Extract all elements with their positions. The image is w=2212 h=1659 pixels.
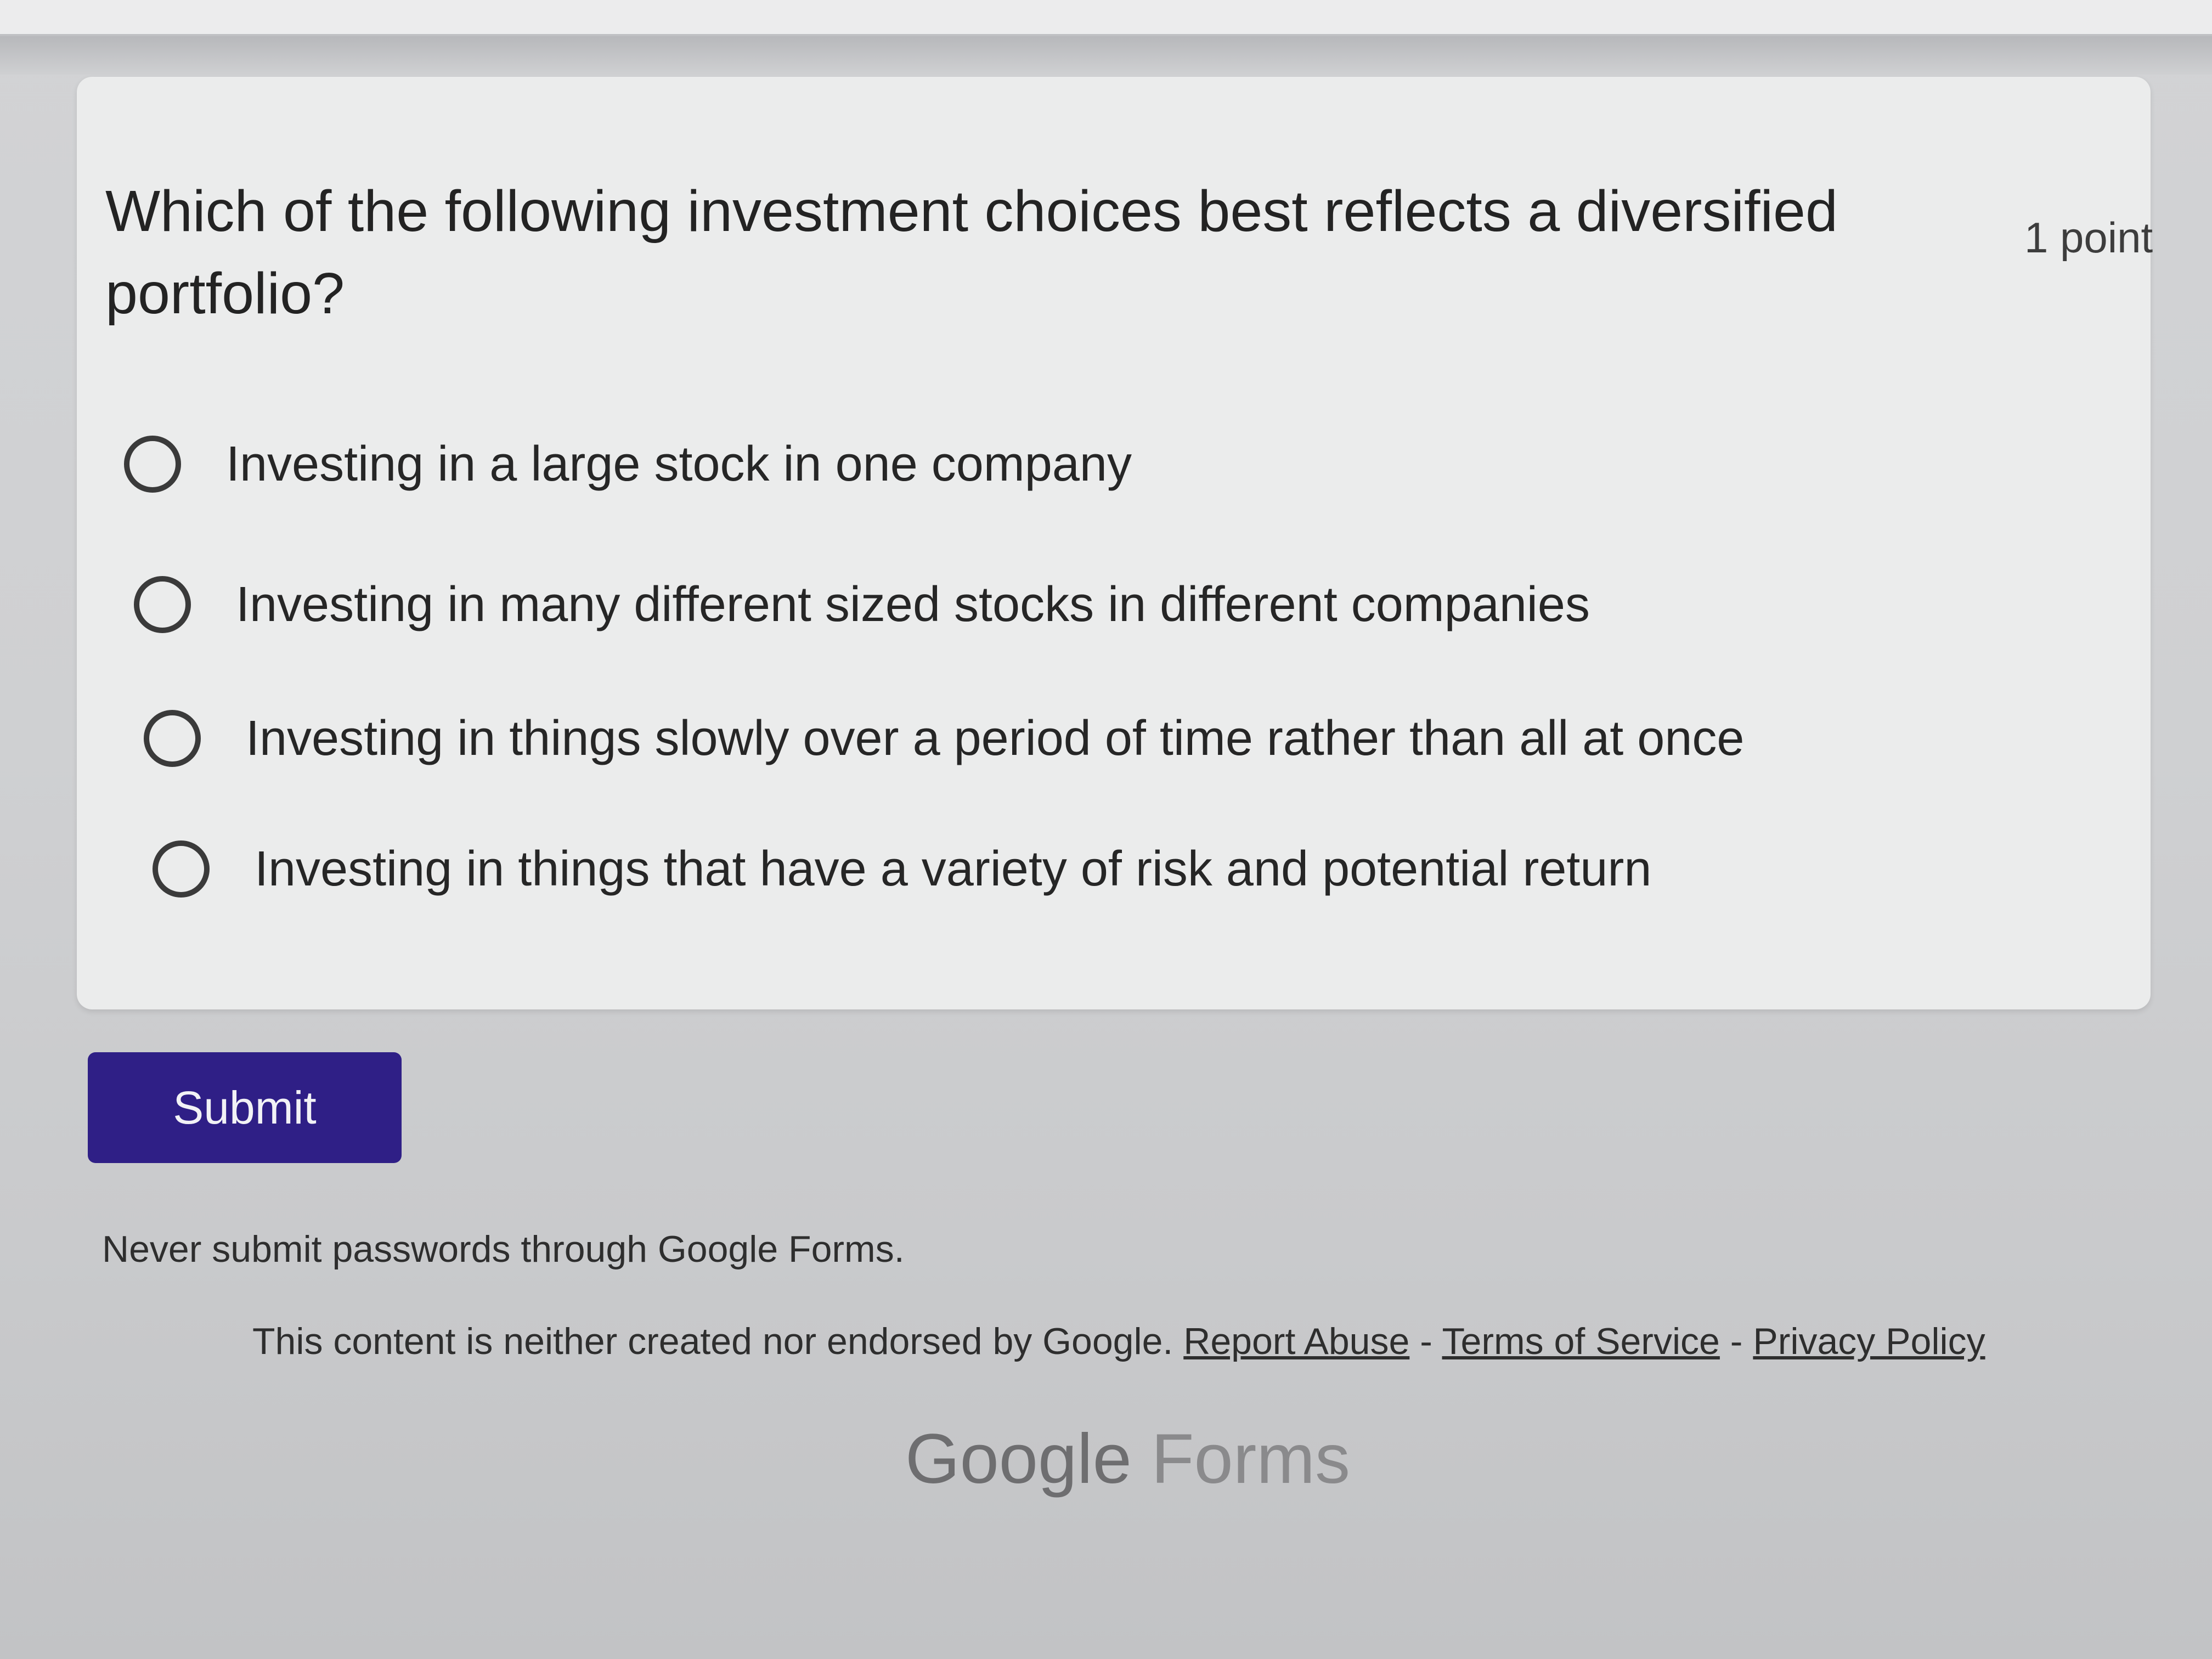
option-label: Investing in things slowly over a period…: [246, 710, 1745, 766]
previous-card-edge: [0, 36, 2212, 75]
disclaimer-text: This content is neither created nor endo…: [252, 1321, 1173, 1362]
option-2[interactable]: Investing in many different sized stocks…: [134, 576, 1590, 633]
question-line-1: Which of the following investment choice…: [105, 179, 1838, 244]
separator: -: [1730, 1321, 1743, 1362]
separator: -: [1420, 1321, 1432, 1362]
footer-disclaimer: This content is neither created nor endo…: [252, 1320, 1985, 1363]
points-label: 1 point: [2024, 213, 2153, 262]
browser-top-strip: [0, 0, 2212, 36]
logo-forms-text: Forms: [1151, 1420, 1350, 1498]
option-4[interactable]: Investing in things that have a variety …: [153, 840, 1651, 898]
option-3[interactable]: Investing in things slowly over a period…: [144, 710, 1744, 767]
terms-of-service-link[interactable]: Terms of Service: [1442, 1321, 1720, 1362]
question-line-2: portfolio?: [105, 261, 345, 326]
password-warning: Never submit passwords through Google Fo…: [102, 1228, 905, 1270]
option-label: Investing in a large stock in one compan…: [226, 436, 1132, 492]
question-title: Which of the following investment choice…: [105, 170, 1861, 335]
radio-button-icon[interactable]: [153, 840, 210, 898]
option-1[interactable]: Investing in a large stock in one compan…: [124, 436, 1132, 493]
radio-button-icon[interactable]: [124, 436, 181, 493]
logo-google-text: Google: [905, 1420, 1132, 1498]
google-forms-logo[interactable]: Google Forms: [905, 1419, 1350, 1499]
option-label: Investing in things that have a variety …: [255, 841, 1652, 896]
report-abuse-link[interactable]: Report Abuse: [1183, 1321, 1409, 1362]
radio-button-icon[interactable]: [144, 710, 201, 767]
radio-button-icon[interactable]: [134, 576, 191, 633]
submit-button[interactable]: Submit: [88, 1052, 402, 1163]
privacy-policy-link[interactable]: Privacy Policy: [1753, 1321, 1985, 1362]
option-label: Investing in many different sized stocks…: [236, 577, 1590, 632]
